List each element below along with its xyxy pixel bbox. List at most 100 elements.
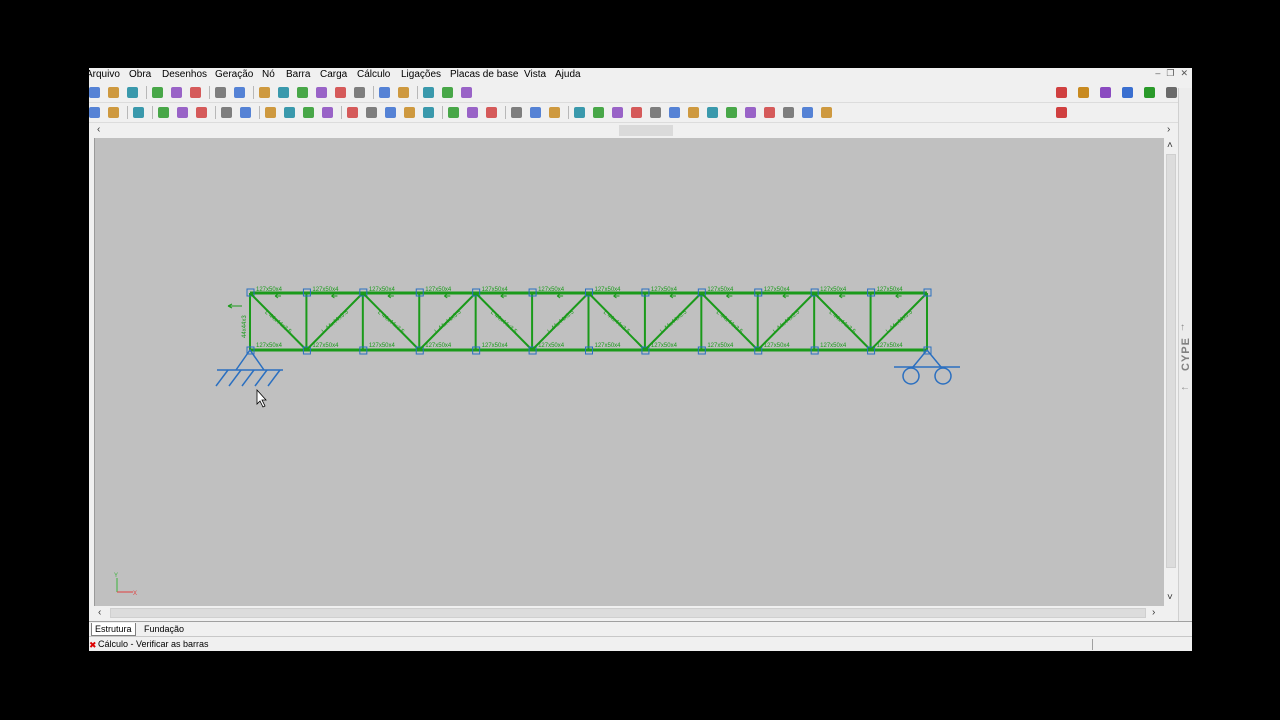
menu-vista[interactable]: Vista [524,69,546,80]
horizontal-scrollbar-thumb[interactable] [110,608,1146,618]
toolbar1-tool-icon-1[interactable] [89,85,102,100]
menu-desenhos[interactable]: Desenhos [162,69,207,80]
toolbar1-tool-icon-14[interactable] [352,85,367,100]
toolbar2-tool-icon-37[interactable] [819,105,834,120]
tab-fundacao[interactable]: Fundação [141,623,187,635]
toolbar1-right-tool-icon-2[interactable] [1076,85,1091,100]
toolbar1-tool-icon-6[interactable] [188,85,203,100]
toolbar2-tool-icon-27[interactable] [629,105,644,120]
menu-ligacoes[interactable]: Ligações [401,69,441,80]
toolbar2-tool-icon-8[interactable] [238,105,253,120]
toolbar2-tool-icon-16[interactable] [402,105,417,120]
toolbar1-right-tool-icon-5[interactable] [1142,85,1157,100]
toolbar2-tool-icon-4[interactable] [156,105,171,120]
toolbar1-tool-icon-17[interactable] [421,85,436,100]
menu-geracao[interactable]: Geração [215,69,253,80]
toolbar1-tool-icon-8[interactable] [232,85,247,100]
menu-calculo[interactable]: Cálculo [357,69,390,80]
menu-arquivo[interactable]: Arquivo [89,69,120,80]
toolbar1-tool-icon-10[interactable] [276,85,291,100]
horizontal-scrollbar[interactable]: ‹ › [94,606,1164,620]
toolbar2-tool-icon-34[interactable] [762,105,777,120]
menu-no[interactable]: Nó [262,69,275,80]
toolbar2-tool-icon-5[interactable] [175,105,190,120]
toolbar2-tool-icon-29[interactable] [667,105,682,120]
tab-bar: Estrutura Fundação [89,621,1192,636]
toolbar2-tool-icon-9[interactable] [263,105,278,120]
toolbar1-tool-icon-2[interactable] [106,85,121,100]
toolbar2-tool-icon-17[interactable] [421,105,436,120]
toolbar2-tool-icon-1[interactable] [89,105,102,120]
toolbar1-tool-icon-12[interactable] [314,85,329,100]
toolbar1-tool-icon-3[interactable] [125,85,140,100]
toolbar2-tool-icon-36[interactable] [800,105,815,120]
load-arrow [782,293,789,299]
scroll-right-icon[interactable]: › [1167,124,1170,136]
toolbar2-tool-icon-2[interactable] [106,105,121,120]
toolbar2-tool-icon-18[interactable] [446,105,461,120]
top-scrollbar[interactable]: ‹ › [89,124,1192,137]
toolbar2-tool-icon-7[interactable] [219,105,234,120]
minimize-icon[interactable]: ‒ [1155,68,1160,78]
top-chord-label: 127x50x4 [312,287,339,293]
toolbar1-tool-icon-9[interactable] [257,85,272,100]
truss-drawing[interactable]: 127x50x4 127x50x4 L 44x44x3.5 127x50x4 127x5… [95,138,1165,606]
toolbar2-tool-icon-12[interactable] [320,105,335,120]
toolbar1-tool-icon-7[interactable] [213,85,228,100]
toolbar1-right-tool-icon-6[interactable] [1164,85,1179,100]
toolbar2-tool-icon-11[interactable] [301,105,316,120]
drawing-viewport[interactable]: 127x50x4 127x50x4 L 44x44x3.5 127x50x4 127x5… [94,138,1165,606]
toolbar1-tool-icon-18[interactable] [440,85,455,100]
toolbar1-tool-icon-16[interactable] [396,85,411,100]
toolbar2-tool-icon-14[interactable] [364,105,379,120]
toolbar2-tool-icon-20[interactable] [484,105,499,120]
close-icon[interactable]: ✕ [1180,68,1188,78]
toolbar2-tool-icon-25[interactable] [591,105,606,120]
toolbar1-right-tool-icon-4[interactable] [1120,85,1135,100]
load-arrow [726,293,733,299]
toolbar2-tool-icon-21[interactable] [509,105,524,120]
toolbar2-tool-icon-28[interactable] [648,105,663,120]
toolbar1-right-tool-icon-3[interactable] [1098,85,1113,100]
toolbar2-tool-icon-3[interactable] [131,105,146,120]
hscroll-left-icon[interactable]: ‹ [98,607,101,619]
toolbar1-tool-icon-5[interactable] [169,85,184,100]
toolbar2-tool-icon-24[interactable] [572,105,587,120]
toolbar2-right-tool-icon-1[interactable] [1054,105,1069,120]
toolbar2-tool-icon-13[interactable] [345,105,360,120]
menu-carga[interactable]: Carga [320,69,347,80]
scroll-left-icon[interactable]: ‹ [97,124,100,136]
toolbar1-tool-icon-15[interactable] [377,85,392,100]
toolbar1-tool-icon-4[interactable] [150,85,165,100]
menu-placas-de-base[interactable]: Placas de base [450,69,518,80]
toolbar1-right-tool-icon-1[interactable] [1054,85,1069,100]
toolbar1-tool-icon-13[interactable] [333,85,348,100]
menu-barra[interactable]: Barra [286,69,310,80]
toolbar2-tool-icon-22[interactable] [528,105,543,120]
toolbar2-tool-icon-32[interactable] [724,105,739,120]
top-scrollbar-thumb[interactable] [619,125,673,136]
toolbar2-tool-icon-26[interactable] [610,105,625,120]
scroll-up-icon[interactable]: ˄ [1167,140,1173,152]
toolbar2-tool-icon-30[interactable] [686,105,701,120]
hscroll-right-icon[interactable]: › [1152,607,1155,619]
toolbar2-tool-icon-33[interactable] [743,105,758,120]
toolbar1-tool-icon-11[interactable] [295,85,310,100]
vertical-scrollbar[interactable]: ˄ ˅ [1164,138,1178,606]
toolbar2-tool-icon-15[interactable] [383,105,398,120]
tab-estrutura[interactable]: Estrutura [91,623,136,636]
toolbar2-tool-icon-19[interactable] [465,105,480,120]
toolbar1-tool-icon-19[interactable] [459,85,474,100]
restore-icon[interactable]: ❐ [1166,68,1174,78]
vertical-scrollbar-thumb[interactable] [1166,154,1176,568]
toolbar2-tool-icon-31[interactable] [705,105,720,120]
scroll-down-icon[interactable]: ˅ [1167,592,1173,604]
menu-ajuda[interactable]: Ajuda [555,69,581,80]
toolbar2-tool-icon-35[interactable] [781,105,796,120]
toolbar2-tool-icon-6[interactable] [194,105,209,120]
cype-side-tab[interactable]: ↑ CYPE ← [1178,318,1192,398]
pin-left-icon[interactable]: ← [1180,382,1190,393]
menu-obra[interactable]: Obra [129,69,151,80]
toolbar2-tool-icon-10[interactable] [282,105,297,120]
toolbar2-tool-icon-23[interactable] [547,105,562,120]
